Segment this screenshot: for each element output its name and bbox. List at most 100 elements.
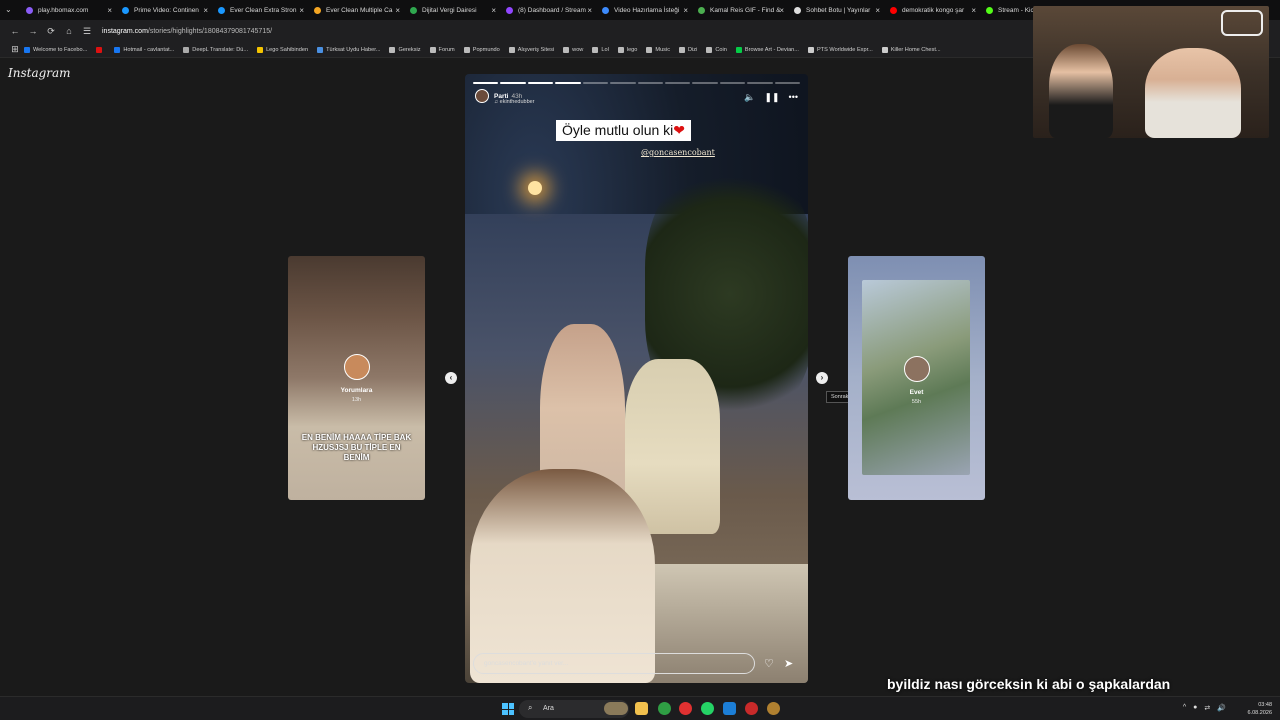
bookmark-icon xyxy=(114,46,121,53)
bookmark-item[interactable]: Killer Home Chest... xyxy=(881,46,941,53)
progress-segment xyxy=(582,82,609,84)
tab-close-icon[interactable]: × xyxy=(971,6,976,15)
opera-icon[interactable] xyxy=(679,702,692,715)
tab-favicon-icon xyxy=(506,6,513,14)
pause-icon[interactable]: ❚❚ xyxy=(764,92,779,103)
tab-title: Kamal Reis GIF - Find & xyxy=(710,6,781,14)
browser-tab[interactable]: Prime Video: Continen × xyxy=(118,0,214,20)
network-icon[interactable]: ⇄ xyxy=(1204,704,1210,712)
bookmark-item[interactable] xyxy=(96,46,105,53)
tab-title: Ever Clean Multiple Ca xyxy=(326,6,393,14)
story-author-avatar[interactable] xyxy=(475,89,489,103)
progress-segment xyxy=(637,82,663,84)
bookmark-item[interactable]: wow xyxy=(563,46,583,53)
tab-close-icon[interactable]: × xyxy=(491,6,496,15)
app-icon[interactable] xyxy=(723,702,736,715)
home-icon[interactable]: ⌂ xyxy=(60,26,78,36)
chrome-icon[interactable] xyxy=(658,702,671,715)
tab-close-icon[interactable]: × xyxy=(299,6,304,15)
instagram-logo[interactable]: Instagram xyxy=(8,66,71,80)
bookmark-icon xyxy=(463,46,470,53)
tab-close-icon[interactable]: × xyxy=(683,6,688,15)
tab-title: play.hbomax.com xyxy=(38,6,89,14)
bookmark-item[interactable]: Popmundo xyxy=(463,46,500,53)
tab-close-icon[interactable]: × xyxy=(587,6,592,15)
tab-title: demokratik kongo şar xyxy=(902,6,965,14)
bookmark-icon xyxy=(429,46,436,53)
browser-tab[interactable]: Video Hazırlama İsteği × xyxy=(598,0,694,20)
browser-tab[interactable]: (8) Dashboard / Stream × xyxy=(502,0,598,20)
bookmark-item[interactable]: Dizi xyxy=(679,46,697,53)
clock-date: 6.08.2026 xyxy=(1247,710,1272,716)
story-caption: EN BENİM HAAAA TİPE BAK HZUSJSJ BU TİPLE… xyxy=(301,433,412,462)
tab-close-icon[interactable]: × xyxy=(203,6,208,15)
bookmark-item[interactable]: Coin xyxy=(706,46,727,53)
bookmark-item[interactable]: Lego Sahibinden xyxy=(257,46,308,53)
file-explorer-icon[interactable] xyxy=(635,702,648,715)
chevron-up-icon[interactable]: ^ xyxy=(1183,704,1186,712)
volume-icon[interactable]: 🔊 xyxy=(1217,704,1226,712)
like-heart-icon[interactable]: ♡ xyxy=(764,657,774,670)
bookmark-item[interactable]: Forum xyxy=(429,46,455,53)
browser-tab[interactable]: Ever Clean Extra Stron × xyxy=(214,0,310,20)
previous-arrow-icon[interactable]: ‹ xyxy=(445,372,457,384)
webcam-overlay xyxy=(1033,6,1269,138)
start-menu-icon[interactable] xyxy=(502,703,514,715)
bookmark-item[interactable]: Browse Art - Devian... xyxy=(735,46,799,53)
mention-sticker[interactable]: @goncasencobant xyxy=(641,148,715,157)
browser-tab[interactable]: Ever Clean Multiple Ca × xyxy=(310,0,406,20)
bookmark-label: Browse Art - Devian... xyxy=(744,46,799,53)
tab-title: Sohbet Botu | Yayınlar xyxy=(806,6,871,14)
app-icon[interactable] xyxy=(745,702,758,715)
bookmark-item[interactable]: Hotmail - cavlantat... xyxy=(114,46,174,53)
bookmark-item[interactable]: DeepL Translate: Dü... xyxy=(183,46,248,53)
bookmark-item[interactable]: Alışveriş Sitesi xyxy=(508,46,554,53)
url-field[interactable]: instagram.com/stories/highlights/1808437… xyxy=(102,28,272,35)
bookmark-item[interactable]: PTS Worldwide Expr... xyxy=(807,46,873,53)
back-icon[interactable]: ← xyxy=(6,26,24,36)
bookmark-item[interactable]: Welcome to Facebo... xyxy=(24,46,87,53)
mute-icon[interactable]: 🔈 xyxy=(744,92,755,103)
browser-tab[interactable]: play.hbomax.com × xyxy=(22,0,118,20)
story-audio-credit[interactable]: ♫ ekinthedubber xyxy=(494,99,535,105)
browser-tab[interactable]: demokratik kongo şar × xyxy=(886,0,982,20)
microphone-icon[interactable]: ● xyxy=(1193,704,1197,712)
send-icon[interactable]: ➤ xyxy=(784,657,793,670)
bookmark-icon xyxy=(24,46,30,53)
tab-close-icon[interactable]: × xyxy=(107,6,112,15)
reply-input[interactable]: goncasencobant'e yanıt ver... xyxy=(473,653,755,674)
tab-search-icon[interactable]: ⌄ xyxy=(5,5,12,14)
next-arrow-icon[interactable]: › xyxy=(816,372,828,384)
system-clock[interactable]: 03:48 6.08.2026 xyxy=(1248,701,1272,717)
tab-close-icon[interactable]: × xyxy=(875,6,880,15)
apps-grid-icon[interactable]: ⊞ xyxy=(6,44,24,55)
browser-tab[interactable]: Sohbet Botu | Yayınlar × xyxy=(790,0,886,20)
widgets-icon[interactable] xyxy=(604,702,628,715)
whatsapp-icon[interactable] xyxy=(701,702,714,715)
bookmark-item[interactable]: Gereksiz xyxy=(389,46,421,53)
tab-favicon-icon xyxy=(698,6,705,14)
site-info-icon[interactable]: ☰ xyxy=(78,26,96,37)
browser-tab[interactable]: Dijital Vergi Dairesi × xyxy=(406,0,502,20)
app-icon[interactable] xyxy=(767,702,780,715)
bookmark-item[interactable]: lego xyxy=(617,46,637,53)
tab-close-icon[interactable]: × xyxy=(395,6,400,15)
tab-close-icon[interactable]: × xyxy=(779,6,784,15)
bookmark-item[interactable]: Lol xyxy=(592,46,609,53)
active-story[interactable]: Parti 43h ♫ ekinthedubber 🔈 ❚❚ ••• Öyle … xyxy=(465,74,808,683)
progress-segment xyxy=(692,82,718,84)
progress-segment xyxy=(664,82,691,84)
bookmark-item[interactable]: Music xyxy=(646,46,670,53)
next-story-card[interactable]: Evet 55h xyxy=(848,256,985,500)
bookmark-icon xyxy=(317,46,324,53)
previous-story-card[interactable]: Yorumlara 13h EN BENİM HAAAA TİPE BAK HZ… xyxy=(288,256,425,500)
bookmark-icon xyxy=(646,46,653,53)
browser-tab[interactable]: Kamal Reis GIF - Find & × xyxy=(694,0,790,20)
bookmark-item[interactable]: Türksat Uydu Haber... xyxy=(317,46,380,53)
reload-icon[interactable]: ⟳ xyxy=(42,26,60,37)
tab-title: Ever Clean Extra Stron xyxy=(230,6,297,14)
forward-icon[interactable]: → xyxy=(24,26,42,36)
more-options-icon[interactable]: ••• xyxy=(789,92,798,103)
system-tray: ^ ● ⇄ 🔊 xyxy=(1183,704,1226,712)
story-media-person xyxy=(625,359,720,534)
